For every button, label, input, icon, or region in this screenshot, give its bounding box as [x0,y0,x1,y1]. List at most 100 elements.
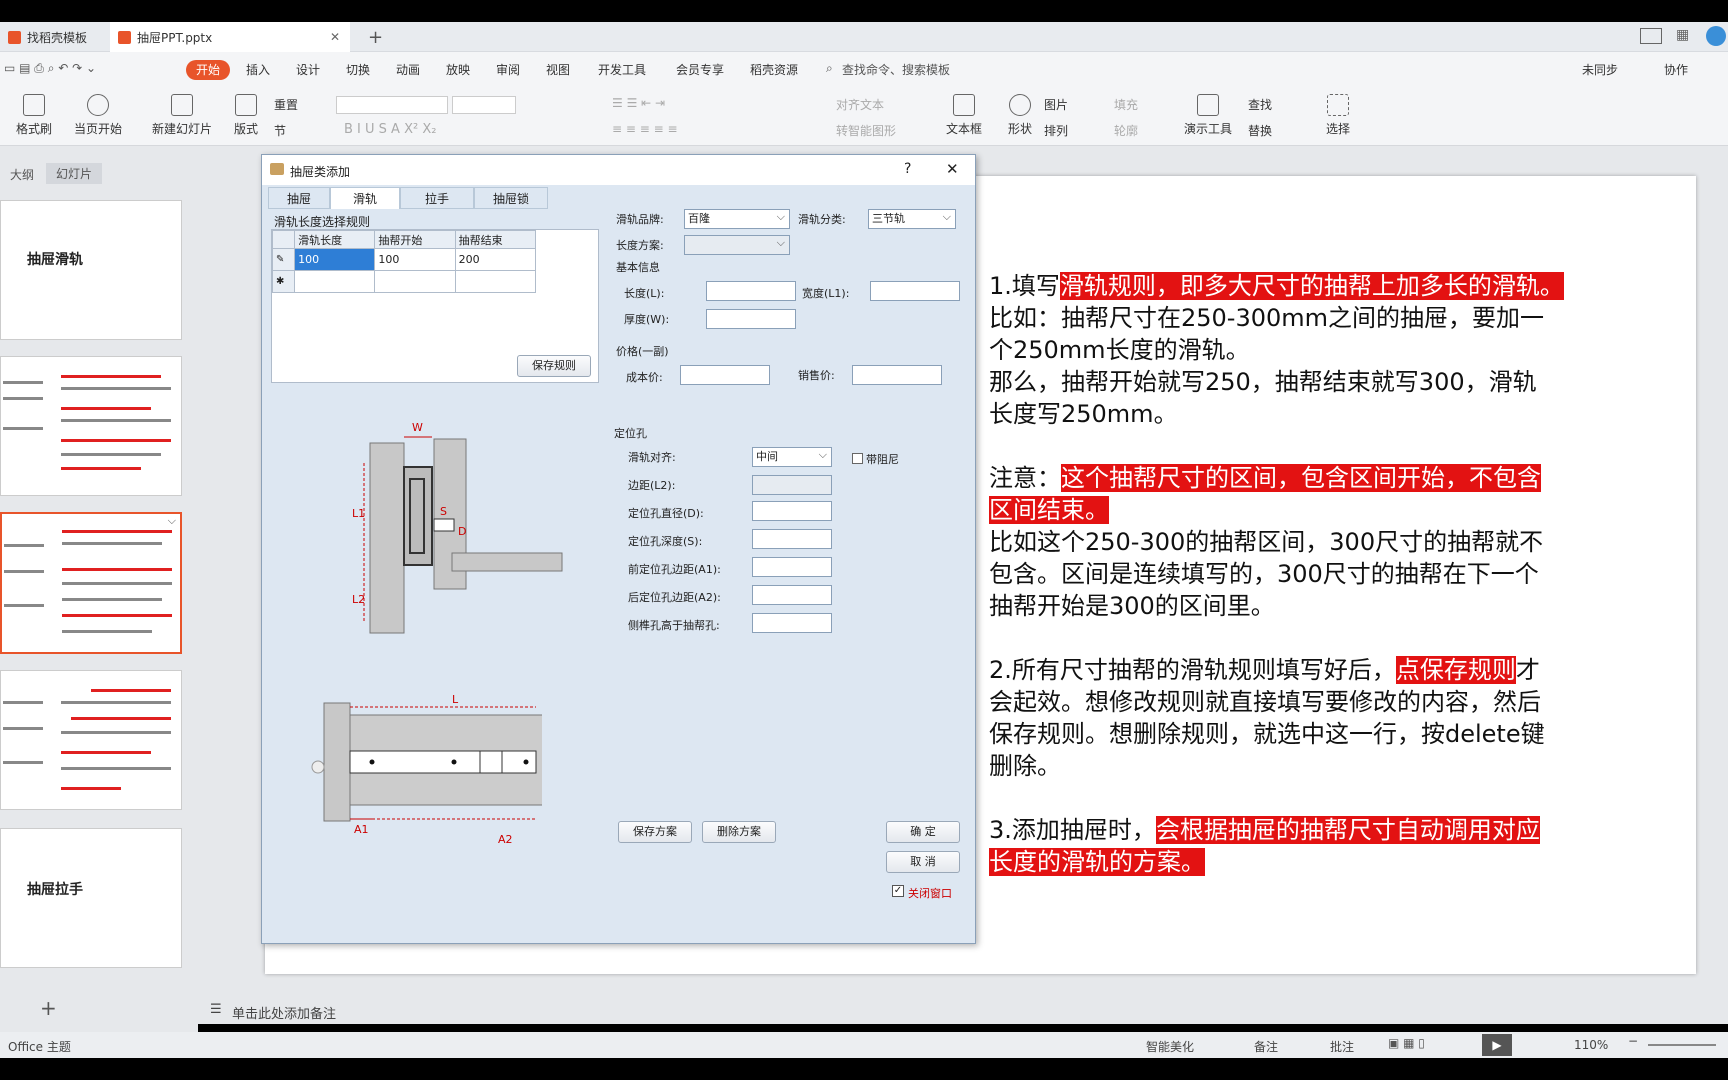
save-rule-button[interactable]: 保存规则 [517,355,591,377]
width-input[interactable] [870,281,960,301]
command-search[interactable]: 查找命令、搜索模板 [842,61,950,78]
notes-pane[interactable]: ☰ 单击此处添加备注 [198,998,1728,1024]
cell[interactable] [374,270,456,293]
cell[interactable] [454,270,537,293]
slide-thumbnail-1[interactable]: 抽屉滑轨 [0,200,182,340]
back-margin-input[interactable] [752,585,832,605]
sale-input[interactable] [852,365,942,385]
add-slide-icon[interactable]: + [40,996,57,1020]
menu-member[interactable]: 会员专享 [676,61,724,78]
menu-review[interactable]: 审阅 [496,61,520,78]
comment-button[interactable]: 批注 [1330,1038,1354,1055]
avatar[interactable] [1706,26,1726,46]
layout-button[interactable]: 版式 [228,94,264,137]
menu-developer[interactable]: 开发工具 [598,61,646,78]
menu-animation[interactable]: 动画 [396,61,420,78]
font-size-select[interactable] [452,96,516,114]
tab-file[interactable]: 抽屉PPT.pptx ✕ [110,22,350,52]
front-margin-input[interactable] [752,557,832,577]
length-scheme-select[interactable] [684,234,790,255]
damper-checkbox[interactable] [852,453,863,464]
slide-thumbnail-4[interactable] [0,670,182,810]
slide-thumbnail-2[interactable] [0,356,182,496]
notes-button[interactable]: 备注 [1254,1038,1278,1055]
layout-icon[interactable] [1640,28,1662,44]
present-tools-button[interactable]: 演示工具 [1180,94,1236,137]
grid-icon[interactable]: ▦ [1676,27,1689,43]
menu-resources[interactable]: 稻壳资源 [750,61,798,78]
close-window-checkbox[interactable]: ✓ [892,885,904,897]
shape-button[interactable]: 形状 [1002,94,1038,137]
cell[interactable] [294,270,376,293]
from-current-button[interactable]: 当页开始 [68,94,128,137]
section-button[interactable]: 节 [274,122,286,139]
tab-handle[interactable]: 拉手 [400,187,474,209]
slide-thumbnail-3[interactable] [0,512,182,654]
slide-thumbnail-5[interactable]: 抽屉拉手 [0,828,182,968]
delete-scheme-button[interactable]: 删除方案 [702,821,776,843]
zoom-slider[interactable] [1648,1044,1716,1046]
beautify-button[interactable]: 智能美化 [1146,1038,1194,1055]
table-row[interactable]: ✱ [271,270,537,293]
tab-slides[interactable]: 幻灯片 [46,163,103,184]
reset-button[interactable]: 重置 [274,96,298,113]
menu-slideshow[interactable]: 放映 [446,61,470,78]
depth-input[interactable] [752,529,832,549]
cell[interactable]: 100 [294,248,376,271]
text-format-icons[interactable]: B I U S A X² X₂ [344,122,436,137]
close-tab-icon[interactable]: ✕ [330,30,340,44]
textbox-button[interactable]: 文本框 [944,94,984,137]
menu-transition[interactable]: 切换 [346,61,370,78]
new-tab-icon[interactable]: + [360,22,391,52]
play-slideshow-button[interactable]: ▶ [1482,1034,1512,1056]
help-icon[interactable]: ? [904,161,911,177]
notes-placeholder[interactable]: 单击此处添加备注 [232,1003,336,1022]
ok-button[interactable]: 确 定 [886,821,960,843]
select-button[interactable]: 选择 [1320,94,1356,137]
slide-line-10: 抽帮开始是300的区间里。 [989,592,1275,620]
font-name-select[interactable] [336,96,448,114]
zoom-out-icon[interactable]: − [1628,1034,1638,1048]
menu-start[interactable]: 开始 [186,60,230,80]
side-hole-input[interactable] [752,613,832,633]
zoom-level[interactable]: 110% [1574,1038,1608,1052]
margin-input[interactable] [752,475,832,495]
table-row[interactable]: ✎ 100 100 200 [271,248,537,271]
cost-input[interactable] [680,365,770,385]
class-select[interactable]: 三节轨 [868,208,956,229]
collab-button[interactable]: 协作 [1664,61,1688,78]
menu-insert[interactable]: 插入 [246,61,270,78]
paragraph-align-icons[interactable]: ≡ ≡ ≡ ≡ ≡ [612,122,678,136]
align-select[interactable]: 中间 [752,446,832,467]
menu-view[interactable]: 视图 [546,61,570,78]
length-input[interactable] [706,281,796,301]
menu-design[interactable]: 设计 [296,61,320,78]
cancel-button[interactable]: 取 消 [886,851,960,873]
brand-select[interactable]: 百隆 [684,208,790,229]
align-text-button[interactable]: 对齐文本 [836,96,884,113]
save-scheme-button[interactable]: 保存方案 [618,821,692,843]
tab-lock[interactable]: 抽屉锁 [474,187,548,209]
fill-button[interactable]: 填充 [1114,96,1138,113]
diameter-input[interactable] [752,501,832,521]
replace-button[interactable]: 替换 [1248,122,1272,139]
tab-drawer[interactable]: 抽屉 [268,187,330,209]
tab-slide-rail[interactable]: 滑轨 [330,187,400,209]
outline-button[interactable]: 轮廓 [1114,122,1138,139]
tab-outline[interactable]: 大纲 [10,166,34,183]
close-icon[interactable]: ✕ [946,160,959,178]
picture-button[interactable]: 图片 [1044,96,1068,113]
format-painter-button[interactable]: 格式刷 [14,94,54,137]
find-button[interactable]: 查找 [1248,96,1272,113]
thickness-input[interactable] [706,309,796,329]
new-slide-button[interactable]: 新建幻灯片 [146,94,218,137]
smart-shape-button[interactable]: 转智能图形 [836,122,896,139]
cell[interactable]: 200 [454,248,537,271]
cell[interactable]: 100 [374,248,456,271]
sync-status[interactable]: 未同步 [1582,61,1618,78]
list-icons[interactable]: ☰ ☰ ⇤ ⇥ [612,96,665,110]
view-mode-icons[interactable]: ▣ ▦ ▯ [1388,1036,1425,1050]
quick-access-icons[interactable]: ▭ ▤ ⎙ ⌕ ↶ ↷ ⌄ [4,61,96,76]
tab-template[interactable]: 找稻壳模板 [0,22,106,52]
arrange-button[interactable]: 排列 [1044,122,1068,139]
